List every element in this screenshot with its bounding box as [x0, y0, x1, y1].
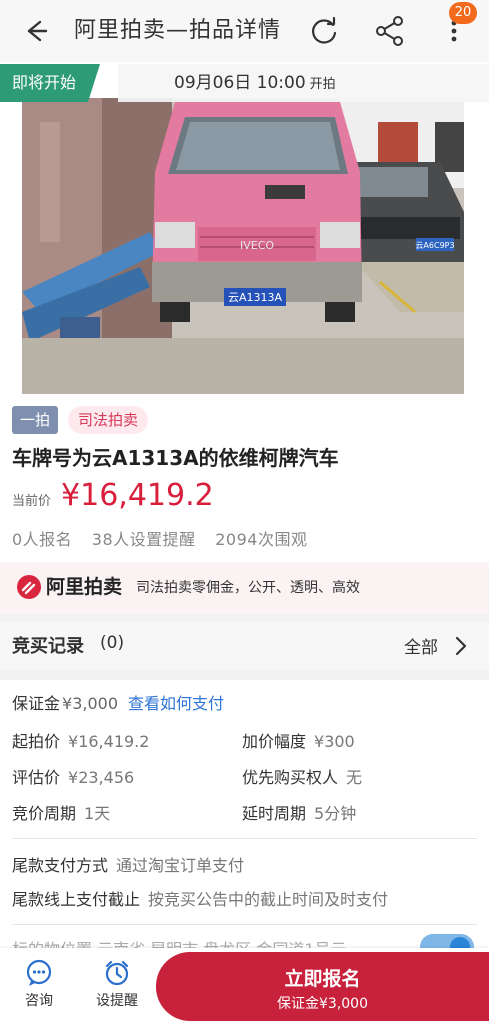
- vehicle-photo: 云A6C9P3 IVECO 云A1313A: [22, 98, 464, 394]
- signup-now-button[interactable]: 立即报名 保证金¥3,000: [156, 952, 489, 1021]
- priority-label: 优先购买权人: [242, 768, 339, 787]
- deposit-label: 保证金: [12, 694, 61, 713]
- increment-row: 加价幅度 ¥300: [242, 728, 355, 752]
- delay-cycle-row: 延时周期 5分钟: [242, 800, 356, 824]
- delay-cycle-value: 5分钟: [314, 804, 357, 823]
- appraisal-label: 评估价: [12, 768, 61, 787]
- vehicle-brand-text: IVECO: [240, 239, 274, 252]
- price-label: 当前价: [12, 494, 52, 509]
- price-value: ¥16,419.2: [61, 478, 214, 513]
- ali-auction-logo-icon: [17, 575, 41, 599]
- signup-count: 0人报名: [12, 530, 73, 549]
- promo-brand: 阿里拍卖: [46, 576, 123, 598]
- reminder-count: 38人设置提醒: [91, 530, 196, 549]
- share-icon[interactable]: [372, 13, 408, 49]
- view-count: 2094次围观: [215, 530, 308, 549]
- start-time-suffix: 开拍: [309, 77, 336, 92]
- item-title: 车牌号为云A1313A的依维柯牌汽车: [12, 446, 339, 470]
- priority-value: 无: [346, 768, 363, 787]
- current-price: 当前价 ¥16,419.2: [12, 478, 214, 513]
- item-stats: 0人报名 38人设置提醒 2094次围观: [12, 526, 321, 550]
- judicial-auction-tag: 司法拍卖: [68, 406, 149, 434]
- promo-description: 司法拍卖零佣金，公开、透明、高效: [136, 580, 360, 596]
- bid-cycle-label: 竞价周期: [12, 804, 77, 823]
- auction-round-tag: 一拍: [12, 406, 59, 434]
- deposit-value: ¥3,000: [62, 694, 118, 713]
- page-title: 阿里拍卖—拍品详情: [74, 18, 282, 43]
- customer-service-icon: [26, 959, 52, 986]
- increment-value: ¥300: [314, 732, 355, 751]
- side-plate-text: 云A6C9P3: [415, 241, 454, 250]
- increment-label: 加价幅度: [242, 732, 307, 751]
- start-price-value: ¥16,419.2: [68, 732, 150, 751]
- signup-deposit: 保证金¥3,000: [277, 996, 368, 1012]
- how-to-pay-link[interactable]: 查看如何支付: [128, 694, 224, 713]
- deposit-row: 保证金 ¥3,000 查看如何支付: [12, 690, 224, 714]
- bid-records-count: (0): [100, 633, 125, 653]
- detail-divider: [12, 838, 477, 839]
- section-divider: [0, 670, 489, 680]
- set-reminder-button[interactable]: 设提醒: [92, 958, 142, 1010]
- payment-method-value: 通过淘宝订单支付: [116, 856, 245, 875]
- detail-divider: [12, 924, 477, 925]
- payment-deadline-value: 按竞买公告中的截止时间及时支付: [148, 890, 389, 909]
- consult-button[interactable]: 咨询: [14, 958, 64, 1010]
- auction-start-time: 09月06日 10:00 开拍: [118, 64, 489, 102]
- set-reminder-label: 设提醒: [96, 993, 138, 1009]
- item-tags: 一拍 司法拍卖: [12, 406, 149, 434]
- start-price-row: 起拍价 ¥16,419.2: [12, 728, 149, 752]
- back-arrow-icon[interactable]: [18, 14, 52, 48]
- payment-deadline-row: 尾款线上支付截止 按竞买公告中的截止时间及时支付: [12, 886, 388, 910]
- delay-cycle-label: 延时周期: [242, 804, 307, 823]
- view-all-link[interactable]: 全部: [404, 633, 438, 658]
- payment-method-label: 尾款支付方式: [12, 856, 109, 875]
- priority-row: 优先购买权人无: [242, 764, 362, 788]
- bid-records-label: 竞买记录: [12, 636, 84, 657]
- item-photo-carousel[interactable]: 云A6C9P3 IVECO 云A1313A: [0, 62, 489, 398]
- bid-records-row[interactable]: 竞买记录 (0) 全部: [0, 622, 489, 670]
- chevron-right-icon[interactable]: [452, 634, 470, 658]
- consult-label: 咨询: [25, 993, 53, 1009]
- promo-banner[interactable]: 阿里拍卖 司法拍卖零佣金，公开、透明、高效: [0, 562, 489, 614]
- top-nav-bar: 阿里拍卖—拍品详情 20: [0, 0, 489, 62]
- start-price-label: 起拍价: [12, 732, 61, 751]
- payment-method-row: 尾款支付方式 通过淘宝订单支付: [12, 852, 244, 876]
- signup-label: 立即报名: [284, 968, 361, 990]
- notification-badge: 20: [449, 2, 477, 24]
- bid-cycle-row: 竞价周期 1天: [12, 800, 110, 824]
- payment-deadline-label: 尾款线上支付截止: [12, 890, 141, 909]
- front-plate-text: 云A1313A: [228, 291, 283, 304]
- auction-status-tag: 即将开始: [0, 64, 101, 102]
- bid-cycle-value: 1天: [84, 804, 111, 823]
- alarm-clock-icon: [105, 960, 129, 986]
- appraisal-value: ¥23,456: [68, 768, 135, 787]
- refresh-icon[interactable]: [306, 13, 342, 49]
- appraisal-row: 评估价 ¥23,456: [12, 764, 134, 788]
- start-time-value: 09月06日 10:00: [174, 73, 306, 93]
- section-divider: [0, 614, 489, 622]
